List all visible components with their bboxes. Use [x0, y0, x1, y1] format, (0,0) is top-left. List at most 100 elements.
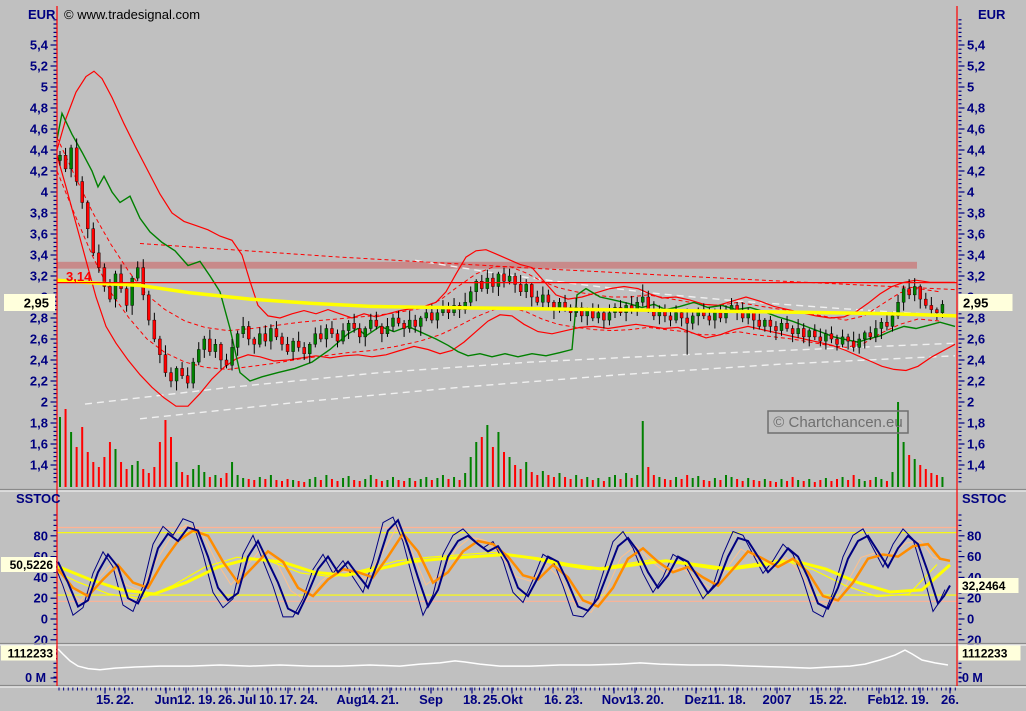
tradesignal-chart-window: 1,4 1,4 1,6 1,6 1,8 1,8 2 2 2,2 2,2 2,4 2,4 2,6 2,6 2,…	[0, 0, 1026, 711]
svg-text:Nov: Nov	[602, 692, 627, 707]
svg-text:4: 4	[967, 185, 975, 200]
svg-text:3,2: 3,2	[30, 269, 48, 284]
svg-text:40: 40	[34, 570, 48, 585]
svg-text:5,4: 5,4	[967, 38, 986, 53]
svg-text:17.: 17.	[279, 692, 297, 707]
svg-text:4: 4	[41, 185, 49, 200]
svg-text:2,4: 2,4	[967, 353, 986, 368]
current-price-value: 2,95	[963, 296, 988, 311]
current-price-box-right: 2,95	[958, 294, 1013, 311]
watermark-text: © Chartchancen.eu	[773, 414, 902, 431]
svg-text:3,4: 3,4	[30, 248, 49, 263]
svg-text:11.: 11.	[707, 692, 724, 707]
svg-text:2: 2	[967, 395, 974, 410]
svg-text:22.: 22.	[116, 692, 134, 707]
svg-text:3,6: 3,6	[30, 227, 48, 242]
svg-text:5: 5	[967, 80, 974, 95]
svg-text:5,4: 5,4	[30, 38, 49, 53]
svg-text:0: 0	[41, 612, 48, 627]
volume-current-value: 1112233	[8, 647, 54, 661]
svg-text:18.: 18.	[728, 692, 746, 707]
svg-text:2,2: 2,2	[30, 374, 48, 389]
svg-text:15.: 15.	[809, 692, 827, 707]
chartchancen-watermark: © Chartchancen.eu	[767, 410, 909, 434]
svg-text:2007: 2007	[763, 692, 792, 707]
svg-text:4,6: 4,6	[967, 122, 985, 137]
svg-text:1,6: 1,6	[967, 437, 985, 452]
svg-text:15.: 15.	[96, 692, 114, 707]
svg-text:5: 5	[41, 80, 48, 95]
sstoc-panel-title-left: SSTOC	[16, 491, 61, 506]
svg-text:19.: 19.	[198, 692, 216, 707]
svg-text:22.: 22.	[829, 692, 847, 707]
volume-value-box-right: 1112233	[958, 645, 1021, 661]
svg-text:4,2: 4,2	[967, 164, 985, 179]
svg-text:21.: 21.	[381, 692, 399, 707]
sstoc-left-value: 50,5226	[10, 558, 54, 572]
svg-text:2,4: 2,4	[30, 353, 49, 368]
svg-text:18.: 18.	[463, 692, 481, 707]
svg-text:60: 60	[967, 549, 981, 564]
svg-text:Feb: Feb	[867, 692, 890, 707]
svg-text:23.: 23.	[565, 692, 583, 707]
svg-text:3,8: 3,8	[967, 206, 985, 221]
svg-text:2,6: 2,6	[30, 332, 48, 347]
svg-text:Aug: Aug	[336, 692, 361, 707]
price-axis-unit-left: EUR	[28, 7, 56, 22]
price-overlays	[57, 278, 957, 318]
price-axis-unit-right: EUR	[978, 7, 1006, 22]
svg-text:3,8: 3,8	[30, 206, 48, 221]
tradesignal-copyright: © www.tradesignal.com	[64, 7, 200, 22]
svg-text:3,4: 3,4	[967, 248, 986, 263]
svg-text:2: 2	[41, 395, 48, 410]
svg-text:4,4: 4,4	[30, 143, 49, 158]
svg-text:24.: 24.	[300, 692, 318, 707]
svg-text:26.: 26.	[218, 692, 236, 707]
chart-canvas[interactable]: 1,4 1,4 1,6 1,6 1,8 1,8 2 2 2,2 2,2 2,4 2,4 2,6 2,6 2,…	[0, 0, 1026, 711]
svg-text:19.: 19.	[911, 692, 929, 707]
volume-current-value: 1112233	[962, 647, 1008, 661]
sstoc-value-box-right: 32,2464	[958, 578, 1019, 593]
svg-text:2,8: 2,8	[967, 311, 985, 326]
svg-text:13.: 13.	[626, 692, 644, 707]
svg-text:20: 20	[34, 591, 48, 606]
volume-value-box-left: 1112233	[1, 645, 56, 661]
svg-text:12.: 12.	[890, 692, 908, 707]
svg-text:25.: 25.	[483, 692, 501, 707]
svg-text:1,4: 1,4	[30, 458, 49, 473]
svg-text:4,8: 4,8	[967, 101, 985, 116]
sstoc-right-value: 32,2464	[962, 579, 1006, 593]
volume-zero-label-left: 0 M	[25, 671, 46, 685]
svg-text:2,2: 2,2	[967, 374, 985, 389]
svg-text:2,8: 2,8	[30, 311, 48, 326]
svg-text:4,6: 4,6	[30, 122, 48, 137]
sstoc-value-box-left: 50,5226	[1, 557, 56, 572]
svg-text:5,2: 5,2	[30, 59, 48, 74]
generated-chart-layers: 1,4 1,4 1,6 1,6 1,8 1,8 2 2 2,2 2,2 2,4 2,4 2,6 2,6 2,…	[0, 6, 1026, 707]
price-axis-ticks: 1,4 1,4 1,6 1,6 1,8 1,8 2 2 2,2 2,2 2,4 2,4 2,6 2,6 2,…	[30, 19, 986, 483]
svg-text:3,6: 3,6	[967, 227, 985, 242]
svg-text:Sep: Sep	[419, 692, 443, 707]
panel-frame	[0, 6, 1026, 688]
svg-text:80: 80	[34, 528, 48, 543]
current-price-value: 2,95	[24, 296, 49, 311]
svg-text:26.: 26.	[941, 692, 959, 707]
svg-text:16.: 16.	[544, 692, 562, 707]
svg-text:20.: 20.	[646, 692, 664, 707]
svg-text:Okt: Okt	[501, 692, 523, 707]
svg-text:3,2: 3,2	[967, 269, 985, 284]
svg-text:4,8: 4,8	[30, 101, 48, 116]
svg-text:1,4: 1,4	[967, 458, 986, 473]
sstoc-lines-layer	[57, 516, 957, 618]
svg-text:Jul: Jul	[238, 692, 257, 707]
time-axis-layer: 15. 22. Jun 12. 19. 26. Jul 10. 17. 24. Aug 14. 21. S…	[58, 687, 959, 707]
svg-text:1,8: 1,8	[967, 416, 985, 431]
svg-text:Dez: Dez	[684, 692, 708, 707]
svg-text:10.: 10.	[259, 692, 277, 707]
resistance-price-label: 3,14	[66, 269, 92, 284]
volume-zero-label-right: 0 M	[962, 671, 983, 685]
sstoc-panel-title-right: SSTOC	[962, 491, 1007, 506]
svg-text:12.: 12.	[177, 692, 195, 707]
svg-text:0: 0	[967, 612, 974, 627]
svg-text:Jun: Jun	[154, 692, 177, 707]
